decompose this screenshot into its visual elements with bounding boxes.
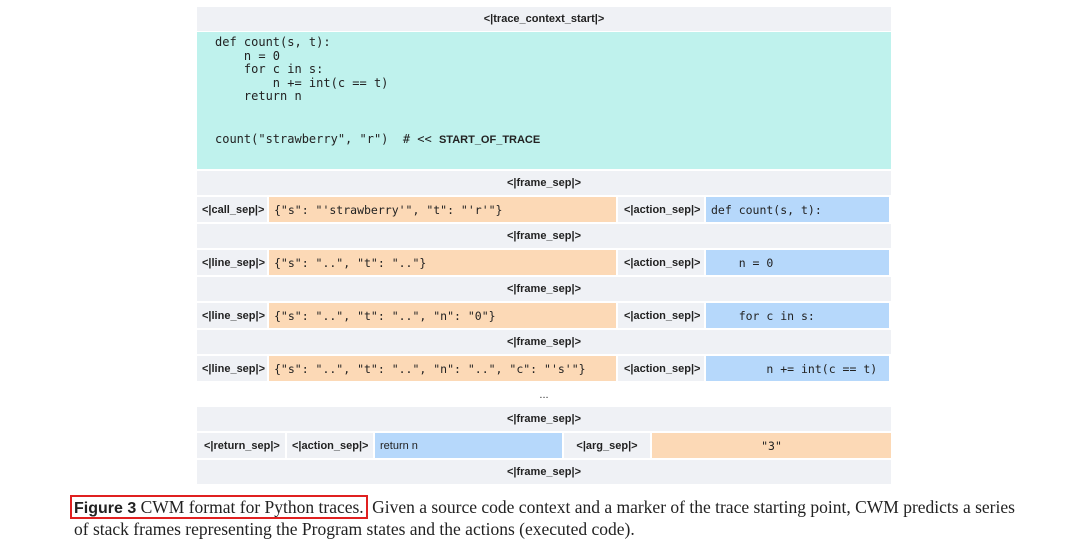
arg-sep-token: <|arg_sep|> [564,433,650,458]
frame-sep-token: <|frame_sep|> [197,330,891,354]
start-of-trace-line: count("strawberry", "r") # << START_OF_T… [215,132,540,146]
sep-token: <|line_sep|> [197,250,267,275]
source-code-context: def count(s, t): n = 0 for c in s: n += … [197,32,891,169]
cwm-figure: <|trace_context_start|> def count(s, t):… [197,7,891,484]
state-cell: {"s": "..", "t": "..", "n": "..", "c": "… [269,356,616,381]
action-sep-token: <|action_sep|> [618,197,704,222]
start-marker: START_OF_TRACE [438,134,541,146]
caption-highlight: Figure 3 CWM format for Python traces. [70,495,368,519]
state-cell: {"s": "..", "t": ".."} [269,250,616,275]
trace-context-start-token: <|trace_context_start|> [197,7,891,31]
figure-caption: Figure 3 CWM format for Python traces. G… [70,495,1024,540]
action-sep-token: <|action_sep|> [287,433,373,458]
action-sep-token: <|action_sep|> [618,303,704,328]
frame-sep-token: <|frame_sep|> [197,407,891,431]
return-action-cell: return n [375,433,562,458]
frame-sep-token: <|frame_sep|> [197,171,891,195]
frame-sep-token: <|frame_sep|> [197,224,891,248]
frame-row: <|line_sep|> {"s": "..", "t": "..", "n":… [197,356,891,381]
return-row: <|return_sep|> <|action_sep|> return n <… [197,433,891,458]
action-cell: n = 0 [706,250,889,275]
caption-label: Figure 3 [74,500,137,517]
caption-title: CWM format for Python traces. [136,497,364,517]
arg-value-cell: "3" [652,433,891,458]
frame-row: <|line_sep|> {"s": "..", "t": ".."} <|ac… [197,250,891,275]
action-sep-token: <|action_sep|> [618,250,704,275]
frame-sep-token: <|frame_sep|> [197,277,891,301]
source-code: def count(s, t): n = 0 for c in s: n += … [215,35,389,104]
frame-row: <|call_sep|> {"s": "'strawberry'", "t": … [197,197,891,222]
state-cell: {"s": "'strawberry'", "t": "'r'"} [269,197,616,222]
sep-token: <|line_sep|> [197,303,267,328]
frame-sep-token: <|frame_sep|> [197,460,891,484]
ellipsis: ... [539,389,549,401]
action-cell: for c in s: [706,303,889,328]
sep-token: <|call_sep|> [197,197,267,222]
frame-row: <|line_sep|> {"s": "..", "t": "..", "n":… [197,303,891,328]
action-sep-token: <|action_sep|> [618,356,704,381]
state-cell: {"s": "..", "t": "..", "n": "0"} [269,303,616,328]
return-sep-token: <|return_sep|> [197,433,285,458]
action-cell: def count(s, t): [706,197,889,222]
sep-token: <|line_sep|> [197,356,267,381]
start-call: count("strawberry", "r") # << [215,132,439,146]
action-cell: n += int(c == t) [706,356,889,381]
